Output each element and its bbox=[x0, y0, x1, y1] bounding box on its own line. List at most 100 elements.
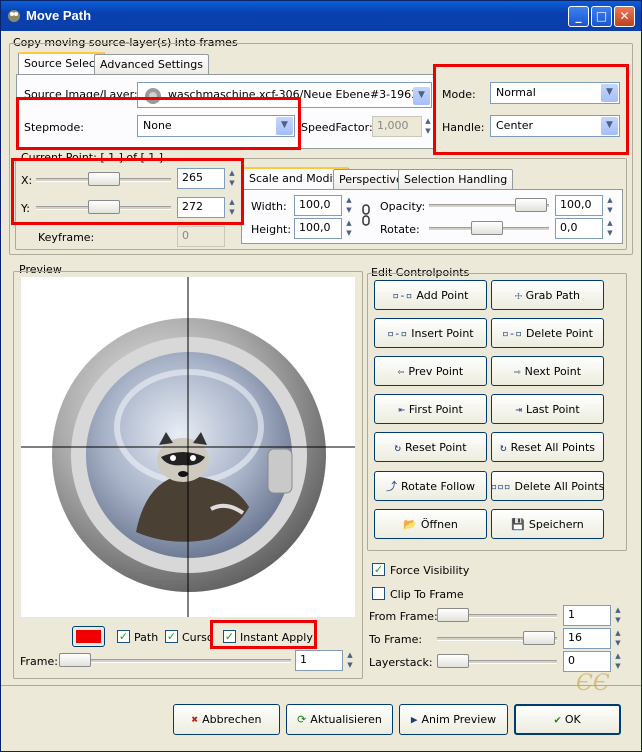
height-label: Height: bbox=[251, 223, 292, 236]
cursor-checkbox[interactable]: ✓ bbox=[165, 630, 178, 643]
path-color-button[interactable] bbox=[72, 626, 105, 647]
prev-point-button[interactable]: ⇦ Prev Point bbox=[374, 356, 487, 386]
from-frame-slider-thumb[interactable] bbox=[437, 608, 469, 622]
clip-to-frame-checkbox[interactable] bbox=[372, 587, 385, 600]
height-spinner[interactable]: ▲ ▼ bbox=[344, 218, 354, 239]
speedfactor-label: SpeedFactor: bbox=[301, 121, 373, 134]
maximize-button[interactable]: □ bbox=[591, 6, 612, 27]
opacity-slider-thumb[interactable] bbox=[515, 198, 547, 212]
layerstack-slider-thumb[interactable] bbox=[437, 654, 469, 668]
layerstack-input[interactable]: 0 bbox=[563, 651, 611, 672]
tab-advanced-settings[interactable]: Advanced Settings bbox=[94, 54, 209, 75]
chain-link-icon[interactable] bbox=[360, 204, 372, 226]
path-checkbox[interactable]: ✓ bbox=[117, 630, 130, 643]
reset-point-icon: ↻ bbox=[394, 440, 402, 454]
to-frame-spinner[interactable]: ▲ ▼ bbox=[613, 628, 623, 649]
floppy-disk-icon: 💾 bbox=[511, 517, 525, 531]
tab-selection-handling[interactable]: Selection Handling bbox=[398, 169, 514, 190]
door-handle bbox=[267, 448, 293, 494]
separator bbox=[1, 685, 641, 686]
layerstack-slider[interactable] bbox=[437, 654, 557, 668]
add-point-button[interactable]: ▫-▫ Add Point bbox=[374, 280, 487, 310]
title-bar[interactable]: Move Path _ □ ✕ bbox=[1, 1, 641, 31]
highlight-stepmode bbox=[16, 97, 301, 150]
from-frame-spinner[interactable]: ▲ ▼ bbox=[613, 605, 623, 626]
refresh-icon: ⟳ bbox=[297, 713, 307, 726]
open-button[interactable]: 📂 Öffnen bbox=[374, 509, 487, 539]
save-button[interactable]: 💾 Speichern bbox=[491, 509, 604, 539]
to-frame-slider-thumb[interactable] bbox=[523, 631, 555, 645]
insert-point-icon: ▫-▫ bbox=[387, 326, 408, 340]
last-point-button[interactable]: ⇥ Last Point bbox=[491, 394, 604, 424]
grab-path-button[interactable]: ☩ Grab Path bbox=[491, 280, 604, 310]
cancel-button[interactable]: ✖ Abbrechen bbox=[173, 704, 280, 735]
opacity-spinner[interactable]: ▲ ▼ bbox=[605, 195, 615, 216]
height-input[interactable]: 100,0 bbox=[294, 218, 342, 239]
speedfactor-spinner[interactable]: ▲ ▼ bbox=[423, 116, 433, 137]
chevron-down-icon[interactable]: ▼ bbox=[413, 87, 430, 105]
move-path-window: Move Path _ □ ✕ Copy moving source-layer… bbox=[0, 0, 642, 752]
force-visibility-label: Force Visibility bbox=[390, 564, 470, 577]
frame-slider[interactable] bbox=[59, 653, 291, 667]
frame-input[interactable]: 1 bbox=[295, 650, 343, 671]
keyframe-label: Keyframe: bbox=[38, 231, 95, 244]
to-frame-input[interactable]: 16 bbox=[563, 628, 611, 649]
first-point-button[interactable]: ⇤ First Point bbox=[374, 394, 487, 424]
layerstack-label: Layerstack: bbox=[369, 656, 433, 669]
layerstack-spinner[interactable]: ▲ ▼ bbox=[613, 651, 623, 672]
frame-label: Frame: bbox=[20, 655, 58, 668]
width-input[interactable]: 100,0 bbox=[294, 195, 342, 216]
last-point-icon: ⇥ bbox=[515, 402, 522, 416]
reset-all-points-icon: ↻ bbox=[499, 440, 507, 454]
to-frame-slider[interactable] bbox=[437, 631, 557, 645]
clip-to-frame-label: Clip To Frame bbox=[390, 588, 464, 601]
rotate-input[interactable]: 0,0 bbox=[555, 218, 603, 239]
minimize-button[interactable]: _ bbox=[568, 6, 589, 27]
from-frame-input[interactable]: 1 bbox=[563, 605, 611, 626]
gimp-icon bbox=[8, 10, 20, 22]
next-point-button[interactable]: ⇨ Next Point bbox=[491, 356, 604, 386]
anim-preview-button[interactable]: ▶ Anim Preview bbox=[399, 704, 508, 735]
frame-spinner[interactable]: ▲ ▼ bbox=[345, 650, 355, 671]
ok-icon: ✔ bbox=[554, 713, 561, 726]
cancel-icon: ✖ bbox=[191, 713, 199, 726]
highlight-mode-handle bbox=[433, 64, 629, 155]
rotate-label: Rotate: bbox=[380, 223, 420, 236]
width-label: Width: bbox=[251, 200, 287, 213]
reset-point-button[interactable]: ↻ Reset Point bbox=[374, 432, 487, 462]
keyframe-input[interactable]: 0 bbox=[177, 226, 225, 247]
prev-point-icon: ⇦ bbox=[397, 364, 405, 378]
highlight-instant-apply bbox=[210, 620, 317, 649]
anim-preview-icon: ▶ bbox=[410, 713, 418, 726]
cursor-label: Cursor bbox=[182, 631, 212, 644]
watermark: ЄЄ bbox=[576, 671, 610, 696]
opacity-label: Opacity: bbox=[380, 200, 426, 213]
folder-icon: 📂 bbox=[403, 517, 417, 531]
insert-point-button[interactable]: ▫-▫ Insert Point bbox=[374, 318, 487, 348]
next-point-icon: ⇨ bbox=[513, 364, 521, 378]
width-spinner[interactable]: ▲ ▼ bbox=[344, 195, 354, 216]
from-frame-slider[interactable] bbox=[437, 608, 557, 622]
rotate-slider[interactable] bbox=[429, 221, 549, 235]
delete-point-button[interactable]: ▫-▫ Delete Point bbox=[491, 318, 604, 348]
close-button[interactable]: ✕ bbox=[614, 6, 635, 27]
to-frame-label: To Frame: bbox=[369, 633, 423, 646]
opacity-input[interactable]: 100,0 bbox=[555, 195, 603, 216]
update-button[interactable]: ⟳ Aktualisieren bbox=[286, 704, 393, 735]
window-title: Move Path bbox=[26, 8, 92, 23]
speedfactor-input[interactable]: 1,000 bbox=[372, 116, 422, 137]
highlight-xy bbox=[11, 158, 244, 225]
opacity-slider[interactable] bbox=[429, 198, 549, 212]
rotate-slider-thumb[interactable] bbox=[471, 221, 503, 235]
ok-button[interactable]: ✔ OK bbox=[514, 704, 621, 735]
preview-canvas[interactable] bbox=[21, 277, 355, 617]
rotate-follow-button[interactable]: ⤴ Rotate Follow bbox=[374, 471, 487, 501]
reset-all-points-button[interactable]: ↻ Reset All Points bbox=[491, 432, 604, 462]
tab-source-select[interactable]: Source Select bbox=[18, 52, 106, 75]
rotate-follow-icon: ⤴ bbox=[385, 480, 397, 493]
force-visibility-checkbox[interactable]: ✓ bbox=[372, 563, 385, 576]
rotate-spinner[interactable]: ▲ ▼ bbox=[605, 218, 615, 239]
delete-all-points-button[interactable]: ▫▫▫ Delete All Points bbox=[491, 471, 604, 501]
frame-slider-thumb[interactable] bbox=[59, 653, 91, 667]
path-color-swatch bbox=[76, 630, 101, 643]
